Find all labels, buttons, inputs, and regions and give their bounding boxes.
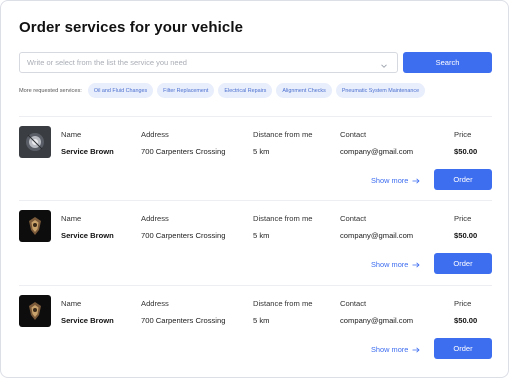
arrow-right-icon bbox=[412, 178, 420, 183]
contact-col: Contact company@gmail.com bbox=[340, 130, 413, 156]
price-col: Price $50.00 bbox=[454, 214, 477, 240]
price-col: Price $50.00 bbox=[454, 299, 477, 325]
search-input[interactable] bbox=[27, 53, 367, 72]
service-name: Service Brown bbox=[61, 316, 114, 325]
service-logo-icon bbox=[19, 295, 51, 327]
show-more-label: Show more bbox=[371, 345, 409, 354]
address-label: Address bbox=[141, 214, 169, 223]
service-price: $50.00 bbox=[454, 147, 478, 156]
show-more-link[interactable]: Show more bbox=[371, 260, 420, 269]
service-row: Name Service Brown Address 700 Carpenter… bbox=[19, 200, 492, 278]
requested-services-label: More requested services: bbox=[19, 87, 82, 94]
distance-col: Distance from me 5 km bbox=[253, 299, 313, 325]
chip-electrical-repairs[interactable]: Electrical Repairs bbox=[218, 83, 273, 98]
page-title: Order services for your vehicle bbox=[19, 19, 244, 36]
distance-label: Distance from me bbox=[253, 214, 313, 223]
address-col: Address 700 Carpenters Crossing bbox=[141, 130, 225, 156]
service-logo-icon bbox=[19, 210, 51, 242]
service-row: Name Service Brown Address 700 Carpenter… bbox=[19, 285, 492, 363]
order-button[interactable]: Order bbox=[434, 338, 492, 359]
service-row: Name Service Brown Address 700 Carpenter… bbox=[19, 116, 492, 194]
show-more-link[interactable]: Show more bbox=[371, 345, 420, 354]
service-name: Service Brown bbox=[61, 147, 114, 156]
name-col: Name Service Brown bbox=[61, 130, 114, 156]
name-col: Name Service Brown bbox=[61, 214, 114, 240]
service-distance: 5 km bbox=[253, 147, 270, 156]
service-logo-icon bbox=[19, 126, 51, 158]
show-more-label: Show more bbox=[371, 260, 409, 269]
service-address: 700 Carpenters Crossing bbox=[141, 147, 226, 156]
distance-label: Distance from me bbox=[253, 130, 313, 139]
search-button[interactable]: Search bbox=[403, 52, 492, 73]
service-contact: company@gmail.com bbox=[340, 231, 414, 240]
search-row: Search bbox=[19, 52, 492, 73]
arrow-right-icon bbox=[412, 347, 420, 352]
chip-alignment-checks[interactable]: Alignment Checks bbox=[276, 83, 332, 98]
order-button[interactable]: Order bbox=[434, 169, 492, 190]
chip-filter-replacement[interactable]: Filter Replacement bbox=[157, 83, 215, 98]
chevron-down-icon[interactable] bbox=[379, 58, 389, 68]
service-address: 700 Carpenters Crossing bbox=[141, 316, 226, 325]
price-label: Price bbox=[454, 299, 472, 308]
address-col: Address 700 Carpenters Crossing bbox=[141, 214, 225, 240]
distance-label: Distance from me bbox=[253, 299, 313, 308]
requested-services: More requested services: Oil and Fluid C… bbox=[19, 83, 429, 98]
address-label: Address bbox=[141, 130, 169, 139]
name-label: Name bbox=[61, 214, 82, 223]
price-label: Price bbox=[454, 214, 472, 223]
contact-label: Contact bbox=[340, 130, 367, 139]
services-card: Order services for your vehicle Search M… bbox=[0, 0, 509, 378]
name-col: Name Service Brown bbox=[61, 299, 114, 325]
price-col: Price $50.00 bbox=[454, 130, 477, 156]
address-col: Address 700 Carpenters Crossing bbox=[141, 299, 225, 325]
service-search-field[interactable] bbox=[19, 52, 398, 73]
service-price: $50.00 bbox=[454, 231, 478, 240]
service-name: Service Brown bbox=[61, 231, 114, 240]
service-contact: company@gmail.com bbox=[340, 147, 414, 156]
arrow-right-icon bbox=[412, 262, 420, 267]
price-label: Price bbox=[454, 130, 472, 139]
address-label: Address bbox=[141, 299, 169, 308]
chip-oil-fluid[interactable]: Oil and Fluid Changes bbox=[87, 83, 154, 98]
service-contact: company@gmail.com bbox=[340, 316, 414, 325]
service-address: 700 Carpenters Crossing bbox=[141, 231, 226, 240]
show-more-label: Show more bbox=[371, 176, 409, 185]
distance-col: Distance from me 5 km bbox=[253, 214, 313, 240]
service-distance: 5 km bbox=[253, 231, 270, 240]
distance-col: Distance from me 5 km bbox=[253, 130, 313, 156]
contact-label: Contact bbox=[340, 299, 367, 308]
contact-label: Contact bbox=[340, 214, 367, 223]
name-label: Name bbox=[61, 130, 82, 139]
service-distance: 5 km bbox=[253, 316, 270, 325]
order-button[interactable]: Order bbox=[434, 253, 492, 274]
chip-pneumatic-maintenance[interactable]: Pneumatic System Maintenance bbox=[335, 83, 426, 98]
service-price: $50.00 bbox=[454, 316, 478, 325]
show-more-link[interactable]: Show more bbox=[371, 176, 420, 185]
contact-col: Contact company@gmail.com bbox=[340, 214, 413, 240]
contact-col: Contact company@gmail.com bbox=[340, 299, 413, 325]
name-label: Name bbox=[61, 299, 82, 308]
